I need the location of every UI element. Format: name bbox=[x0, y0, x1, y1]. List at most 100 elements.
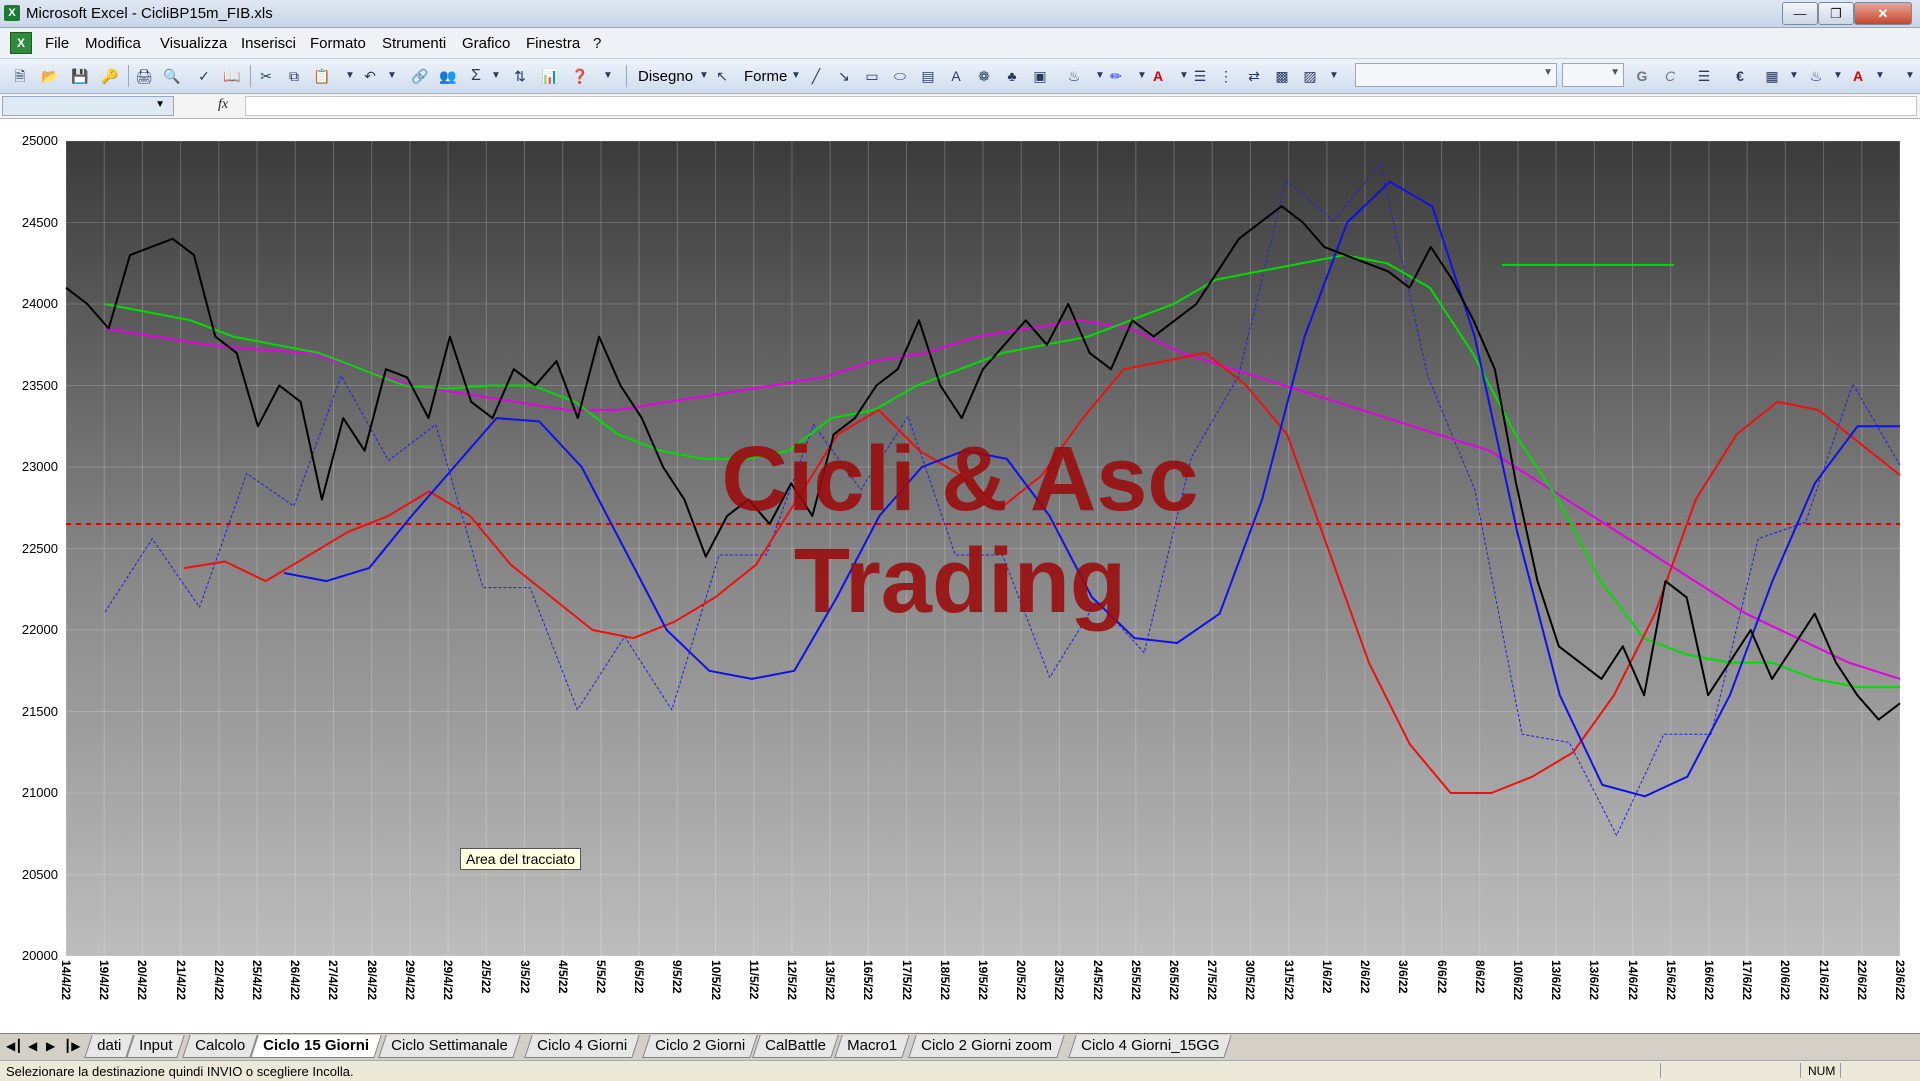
menu-finestra[interactable]: Finestra bbox=[526, 35, 580, 52]
print-icon[interactable]: 🖨 bbox=[134, 66, 154, 86]
euro-button[interactable]: € bbox=[1730, 66, 1750, 86]
new-icon[interactable]: 🗎 bbox=[10, 66, 30, 86]
prev-sheet-button[interactable]: ◀ bbox=[28, 1039, 37, 1053]
menu-modifica[interactable]: Modifica bbox=[85, 35, 141, 52]
next-sheet-button[interactable]: ▶ bbox=[46, 1039, 55, 1053]
permission-icon[interactable]: 🔑 bbox=[100, 66, 120, 86]
x-tick-label: 9/5/22 bbox=[670, 960, 685, 994]
shadow-icon[interactable]: ▩ bbox=[1272, 66, 1292, 86]
chevron-down-icon[interactable]: ▼ bbox=[786, 66, 806, 86]
chevron-down-icon[interactable]: ▼ bbox=[1870, 66, 1890, 86]
oval-icon[interactable]: ⬭ bbox=[890, 66, 910, 86]
chevron-down-icon[interactable]: ▼ bbox=[694, 66, 714, 86]
diagram-icon[interactable]: ❁ bbox=[974, 66, 994, 86]
wordart-icon[interactable]: A bbox=[946, 66, 966, 86]
tab-macro1[interactable]: Macro1 bbox=[834, 1035, 910, 1058]
tab-ciclo-4-giorni-15gg[interactable]: Ciclo 4 Giorni_15GG bbox=[1068, 1035, 1233, 1058]
sort-icon[interactable]: ⇅ bbox=[510, 66, 530, 86]
name-box[interactable]: ▼ bbox=[2, 96, 174, 116]
research-icon[interactable]: 📖 bbox=[222, 66, 242, 86]
toolbar-options-icon[interactable]: ▼ bbox=[1900, 66, 1920, 86]
chevron-down-icon[interactable]: ▼ bbox=[598, 66, 618, 86]
chart-area[interactable]: 25000 24500 24000 23500 23000 22500 22000 21500… bbox=[0, 119, 1920, 1033]
tab-ciclo-15-giorni[interactable]: Ciclo 15 Giorni bbox=[250, 1035, 382, 1058]
dash-style-icon[interactable]: ⋮ bbox=[1216, 66, 1236, 86]
spelling-icon[interactable]: ✓ bbox=[194, 66, 214, 86]
minimize-button[interactable]: — bbox=[1782, 2, 1818, 25]
italic-button[interactable]: C bbox=[1660, 66, 1680, 86]
textbox-icon[interactable]: ▤ bbox=[918, 66, 938, 86]
chevron-down-icon[interactable]: ▼ bbox=[1828, 66, 1848, 86]
chevron-down-icon[interactable]: ▼ bbox=[486, 66, 506, 86]
excel-app-icon[interactable]: X bbox=[4, 5, 20, 21]
arrow-icon[interactable]: ↘ bbox=[834, 66, 854, 86]
cut-icon[interactable]: ✂ bbox=[256, 66, 276, 86]
fill-color-icon[interactable]: ♨ bbox=[1806, 66, 1826, 86]
draw-menu[interactable]: Disegno bbox=[638, 68, 693, 85]
help-icon[interactable]: ❓ bbox=[570, 66, 590, 86]
paste-icon[interactable]: 📋 bbox=[312, 66, 332, 86]
print-preview-icon[interactable]: 🔍 bbox=[162, 66, 182, 86]
chevron-down-icon[interactable]: ▼ bbox=[1610, 67, 1620, 78]
align-center-icon[interactable]: ☰ bbox=[1694, 66, 1714, 86]
font-color-icon[interactable]: A bbox=[1148, 66, 1168, 86]
line-style-icon[interactable]: ☰ bbox=[1190, 66, 1210, 86]
chevron-down-icon[interactable]: ▼ bbox=[1543, 67, 1553, 78]
tab-calbattle[interactable]: CalBattle bbox=[752, 1035, 839, 1058]
copy-icon[interactable]: ⧉ bbox=[284, 66, 304, 86]
clipart-icon[interactable]: ♣ bbox=[1002, 66, 1022, 86]
plot-area-tooltip: Area del tracciato bbox=[460, 848, 581, 870]
line-color-icon[interactable]: ✏ bbox=[1106, 66, 1126, 86]
tab-ciclo-2-giorni[interactable]: Ciclo 2 Giorni bbox=[642, 1035, 758, 1058]
bold-button[interactable]: G bbox=[1632, 66, 1652, 86]
menu-strumenti[interactable]: Strumenti bbox=[382, 35, 446, 52]
x-tick-label: 16/5/22 bbox=[861, 960, 876, 1001]
undo-icon[interactable]: ↶ bbox=[360, 66, 380, 86]
font-size-combo[interactable]: ▼ bbox=[1562, 63, 1624, 87]
tab-calcolo[interactable]: Calcolo bbox=[182, 1035, 258, 1058]
restore-button[interactable]: ❐ bbox=[1818, 2, 1854, 25]
font-name-combo[interactable]: ▼ bbox=[1355, 63, 1557, 87]
menu-formato[interactable]: Formato bbox=[310, 35, 366, 52]
tab-ciclo-settimanale[interactable]: Ciclo Settimanale bbox=[378, 1035, 521, 1058]
font-color-icon[interactable]: A bbox=[1848, 66, 1868, 86]
borders-icon[interactable]: ▦ bbox=[1762, 66, 1782, 86]
chevron-down-icon[interactable]: ▼ bbox=[1784, 66, 1804, 86]
chart-wizard-icon[interactable]: 📊 bbox=[540, 66, 560, 86]
workbook-icon[interactable]: X bbox=[10, 32, 32, 54]
x-tick-label: 21/4/22 bbox=[173, 960, 188, 1001]
arrow-style-icon[interactable]: ⇄ bbox=[1244, 66, 1264, 86]
menu-file[interactable]: File bbox=[45, 35, 69, 52]
tab-ciclo-4-giorni[interactable]: Ciclo 4 Giorni bbox=[524, 1035, 640, 1058]
line-icon[interactable]: ╱ bbox=[806, 66, 826, 86]
insert-function-icon[interactable]: fx bbox=[218, 97, 228, 113]
menu-help[interactable]: ? bbox=[593, 35, 601, 52]
picture-icon[interactable]: ▣ bbox=[1030, 66, 1050, 86]
menu-grafico[interactable]: Grafico bbox=[462, 35, 510, 52]
fill-color-icon[interactable]: ♨ bbox=[1064, 66, 1084, 86]
tab-input[interactable]: Input bbox=[126, 1035, 186, 1058]
last-sheet-button[interactable]: ┃▶ bbox=[64, 1039, 80, 1053]
chevron-down-icon[interactable]: ▼ bbox=[1324, 66, 1344, 86]
hyperlink-icon[interactable]: 🔗 bbox=[410, 66, 430, 86]
tab-ciclo-2-giorni-zoom[interactable]: Ciclo 2 Giorni zoom bbox=[908, 1035, 1065, 1058]
menu-visualizza[interactable]: Visualizza bbox=[160, 35, 227, 52]
save-icon[interactable]: 💾 bbox=[70, 66, 90, 86]
x-tick-label: 13/6/22 bbox=[1587, 960, 1602, 1001]
x-tick-label: 26/5/22 bbox=[1167, 960, 1182, 1001]
chevron-down-icon[interactable]: ▼ bbox=[155, 99, 165, 110]
close-button[interactable]: ✕ bbox=[1854, 2, 1912, 25]
chevron-down-icon[interactable]: ▼ bbox=[382, 66, 402, 86]
formula-input[interactable] bbox=[245, 96, 1917, 116]
select-cursor-icon[interactable]: ↖ bbox=[712, 66, 732, 86]
contacts-icon[interactable]: 👥 bbox=[438, 66, 458, 86]
menu-inserisci[interactable]: Inserisci bbox=[241, 35, 296, 52]
x-tick-label: 3/6/22 bbox=[1396, 960, 1411, 994]
open-folder-icon[interactable]: 📂 bbox=[40, 66, 60, 86]
autoshapes-menu[interactable]: Forme bbox=[744, 68, 787, 85]
3d-icon[interactable]: ▨ bbox=[1300, 66, 1320, 86]
autosum-icon[interactable]: Σ bbox=[466, 66, 486, 86]
chevron-down-icon[interactable]: ▼ bbox=[340, 66, 360, 86]
rectangle-icon[interactable]: ▭ bbox=[862, 66, 882, 86]
first-sheet-button[interactable]: ◀┃ bbox=[6, 1039, 22, 1053]
